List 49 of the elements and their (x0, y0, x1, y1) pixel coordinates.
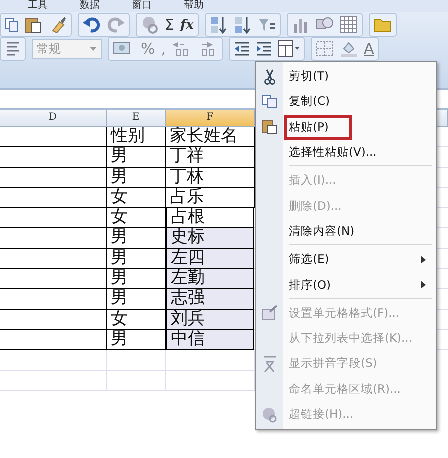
table-cell (107, 350, 166, 371)
table-cell: 男 (107, 147, 166, 168)
sort-ascending-icon[interactable] (210, 16, 228, 34)
menu-item[interactable]: 排序(O) (256, 272, 436, 298)
menu-title[interactable]: 帮助 (184, 0, 204, 12)
decrease-indent-icon[interactable] (234, 41, 250, 57)
format-painter-icon[interactable] (51, 16, 67, 34)
column-header[interactable]: F (166, 110, 255, 127)
copy-icon (262, 94, 278, 109)
merge-cells-icon[interactable] (278, 40, 300, 58)
menu-item[interactable]: 清除内容(N) (256, 218, 436, 244)
column-header[interactable]: E (107, 110, 166, 127)
wrap-text-icon[interactable] (5, 40, 21, 58)
table-cell: 中信 (165, 330, 254, 350)
table-cell: 左四 (165, 248, 254, 270)
table-cell: 性别 (107, 127, 166, 148)
menu-item[interactable]: 选择性粘贴(V)... (256, 140, 436, 166)
paste-icon (262, 119, 278, 136)
sort-descending-icon[interactable] (234, 16, 252, 34)
table-cell: 志强 (165, 289, 254, 310)
menu-title[interactable]: 数据 (80, 0, 100, 12)
table-cell: 刘兵 (165, 310, 254, 330)
fill-color-icon[interactable] (340, 40, 358, 58)
table-cell: 女 (107, 188, 166, 208)
copy-icon[interactable] (5, 17, 19, 33)
caret-icon (90, 47, 97, 51)
table-cell: 左勤 (165, 269, 254, 290)
submenu-arrow-icon (421, 281, 426, 290)
format-cells-icon (262, 305, 278, 322)
borders-icon[interactable] (316, 41, 334, 57)
menu-item[interactable]: 复制(C) (256, 89, 436, 115)
menu-title[interactable]: 工具 (28, 0, 48, 12)
scissors-icon (264, 68, 276, 85)
increase-indent-icon[interactable] (256, 41, 272, 57)
undo-icon[interactable] (83, 17, 101, 33)
table-cell: 男 (107, 168, 166, 188)
submenu-arrow-icon (421, 256, 426, 264)
function-button[interactable]: fx (180, 18, 194, 32)
menu-item[interactable]: 粘贴(P) (256, 114, 436, 140)
font-color-button[interactable]: A (364, 40, 374, 58)
table-cell: 占根 (165, 208, 254, 228)
table-cell (107, 370, 166, 391)
grid-icon[interactable] (340, 16, 358, 34)
chart-icon[interactable] (292, 16, 310, 34)
redo-icon[interactable] (107, 17, 125, 33)
folder-icon[interactable] (374, 17, 392, 33)
sum-button[interactable]: Σ (165, 16, 174, 34)
column-header[interactable]: D (0, 110, 107, 127)
table-cell: 史标 (165, 228, 254, 249)
